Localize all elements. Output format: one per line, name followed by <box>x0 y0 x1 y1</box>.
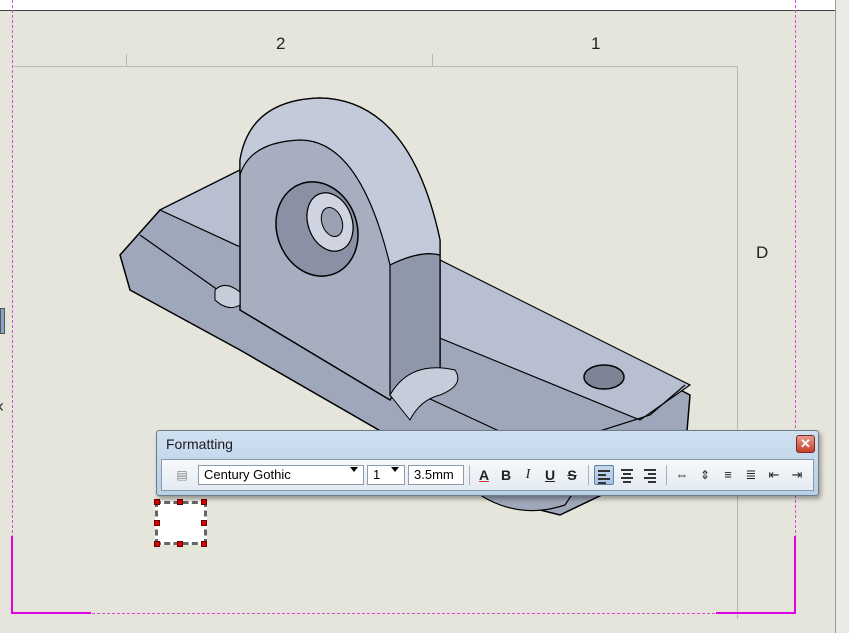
font-size-combo[interactable]: 1 <box>367 465 405 485</box>
font-style-icon[interactable]: ▤ <box>172 465 192 485</box>
italic-button[interactable]: I <box>518 465 538 485</box>
separator <box>469 465 470 485</box>
chevron-down-icon[interactable] <box>391 467 399 472</box>
part-drawing-view[interactable] <box>0 0 849 633</box>
resize-handle[interactable] <box>154 520 160 526</box>
formatting-toolbar[interactable]: Formatting ✕ ▤ Century Gothic 1 3.5mm A … <box>156 430 819 496</box>
resize-handle[interactable] <box>177 499 183 505</box>
decrease-indent-icon[interactable]: ⇤ <box>764 465 784 485</box>
close-icon[interactable]: ✕ <box>796 435 815 453</box>
resize-handle[interactable] <box>201 499 207 505</box>
font-name-value: Century Gothic <box>204 467 291 482</box>
bullets-icon[interactable]: ≡ <box>718 465 738 485</box>
numbering-icon[interactable]: ≣ <box>741 465 761 485</box>
underline-button[interactable]: U <box>540 465 560 485</box>
line-spacing-icon[interactable]: ⇕ <box>695 465 715 485</box>
resize-handle[interactable] <box>201 541 207 547</box>
selected-note-box[interactable] <box>155 501 207 545</box>
toolbar-controls: ▤ Century Gothic 1 3.5mm A B I U S ⇔ ⇕ ≡… <box>161 459 814 491</box>
font-size-value: 1 <box>373 467 381 482</box>
resize-handle[interactable] <box>177 541 183 547</box>
fit-text-icon[interactable]: ⇔ <box>672 465 692 485</box>
font-color-button[interactable]: A <box>474 465 494 485</box>
resize-handle[interactable] <box>154 541 160 547</box>
increase-indent-icon[interactable]: ⇥ <box>787 465 807 485</box>
chevron-down-icon[interactable] <box>350 467 358 472</box>
align-center-icon[interactable] <box>617 465 637 485</box>
align-left-icon[interactable] <box>594 465 614 485</box>
text-height-value: 3.5mm <box>414 467 454 482</box>
align-right-icon[interactable] <box>640 465 660 485</box>
separator <box>666 465 667 485</box>
bold-button[interactable]: B <box>496 465 516 485</box>
strikethrough-button[interactable]: S <box>562 465 582 485</box>
font-name-combo[interactable]: Century Gothic <box>198 465 364 485</box>
drawing-sheet[interactable]: 2 1 D ‹ Formatting <box>0 0 849 633</box>
separator <box>588 465 589 485</box>
toolbar-title: Formatting <box>166 436 233 452</box>
resize-handle[interactable] <box>201 520 207 526</box>
resize-handle[interactable] <box>154 499 160 505</box>
text-height-field[interactable]: 3.5mm <box>408 465 464 485</box>
